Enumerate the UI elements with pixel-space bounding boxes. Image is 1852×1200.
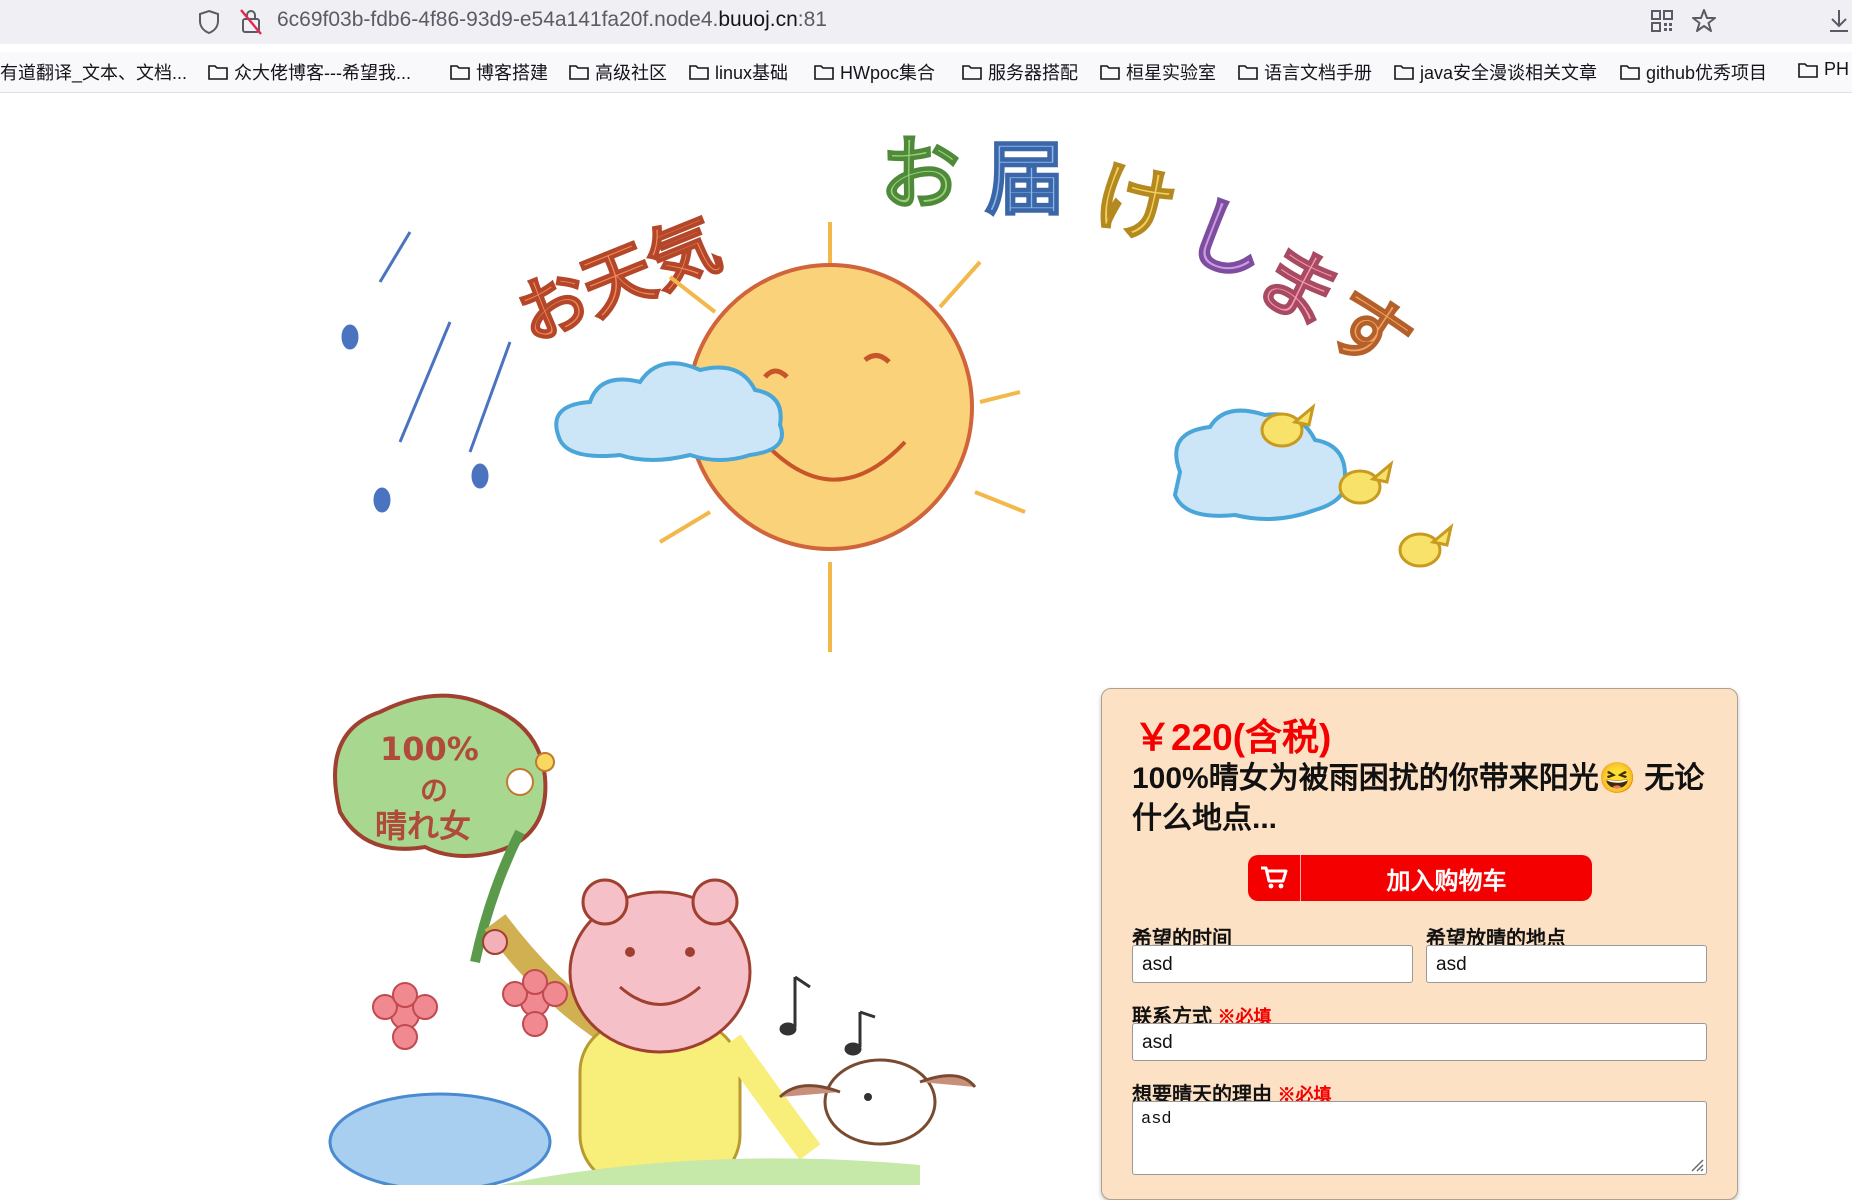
leaf-text-no: の: [420, 774, 448, 807]
bookmark-folder[interactable]: 博客搭建: [450, 59, 548, 85]
cart-icon: [1261, 866, 1288, 889]
bookmark-label: 众大佬博客---希望我...: [234, 63, 411, 83]
bookmark-label: 博客搭建: [476, 63, 548, 83]
folder-icon: [814, 65, 834, 80]
headline-lettering: お天気 お 届 け し ま す: [505, 127, 1429, 393]
bookmark-label: HWpoc集合: [840, 63, 936, 83]
contact-input[interactable]: asd: [1132, 1023, 1707, 1061]
bookmark-folder[interactable]: java安全漫谈相关文章: [1394, 59, 1597, 85]
flowers: [372, 969, 568, 1050]
qr-code-icon[interactable]: [1650, 9, 1674, 33]
bookmark-folder[interactable]: HWpoc集合: [814, 59, 935, 85]
product-title: 100%晴女为被雨困扰的你带来阳光😆 无论什么地点...: [1132, 762, 1705, 835]
bookmark-folder[interactable]: 语言文档手册: [1238, 59, 1372, 85]
music-notes: [779, 975, 876, 1056]
bookmark-folder[interactable]: 众大佬博客---希望我...: [208, 59, 411, 85]
puddle: [328, 1092, 552, 1185]
cart-icon-box: [1248, 855, 1301, 901]
bookmark-label: 语言文档手册: [1264, 63, 1372, 83]
bookmark-label: 服务器搭配: [988, 63, 1078, 83]
bookmark-folder[interactable]: linux基础: [689, 59, 788, 85]
rain-drops: [341, 231, 512, 513]
reason-textarea[interactable]: asd: [1132, 1101, 1707, 1175]
leaf-sign: 100% の 晴れ女: [333, 693, 555, 964]
folder-icon: [962, 65, 982, 80]
folder-icon: [1798, 62, 1818, 78]
bookmark-label: 有道翻译_文本、文档...: [0, 63, 188, 83]
bookmark-item[interactable]: 有道翻译_文本、文档...: [0, 59, 187, 85]
insecure-lock-icon[interactable]: [239, 8, 263, 36]
headline-part-2: お: [880, 128, 960, 221]
bookmark-label: java安全漫谈相关文章: [1420, 63, 1598, 83]
bookmark-folder[interactable]: PH: [1798, 59, 1849, 80]
bookmark-folder[interactable]: 服务器搭配: [962, 59, 1078, 85]
leaf-text-percent: 100%: [380, 730, 479, 768]
download-icon[interactable]: [1827, 8, 1851, 34]
bookmarks-bar: 有道翻译_文本、文档... 众大佬博客---希望我... 博客搭建 高级社区 l…: [0, 52, 1852, 93]
bookmark-label: 桓星实验室: [1126, 63, 1216, 83]
add-to-cart-button[interactable]: 加入购物车: [1248, 855, 1592, 901]
bookmark-label: github优秀项目: [1646, 63, 1768, 83]
bookmark-star-icon[interactable]: [1691, 8, 1717, 34]
bookmark-folder[interactable]: github优秀项目: [1620, 59, 1767, 85]
folder-icon: [1620, 65, 1640, 80]
headline-part-4: け: [1086, 150, 1184, 258]
url-bar[interactable]: 6c69f03b-fdb6-4f86-93d9-e54a141fa20f.nod…: [93, 0, 1716, 44]
place-input[interactable]: asd: [1426, 945, 1707, 983]
folder-icon: [689, 65, 709, 80]
leaf-text-harenna: 晴れ女: [375, 807, 471, 845]
folder-icon: [208, 65, 228, 80]
product-card: ￥220(含税) 100%晴女为被雨困扰的你带来阳光😆 无论什么地点... 加入…: [1101, 688, 1738, 1200]
bookmark-folder[interactable]: 桓星实验室: [1100, 59, 1216, 85]
reason-value: asd: [1141, 1110, 1172, 1129]
folder-icon: [1238, 65, 1258, 80]
headline-part-3: 届: [985, 133, 1065, 226]
headline-part-1: お天気: [506, 203, 731, 358]
bookmark-label: PH: [1824, 59, 1850, 79]
page-content: お天気 お 届 け し ま す 100% の 晴れ女 ￥220(含税) 100%…: [0, 92, 1852, 1200]
folder-icon: [450, 65, 470, 80]
url-domain: buuoj.cn: [718, 8, 798, 31]
bookmark-folder[interactable]: 高级社区: [569, 59, 667, 85]
folder-icon: [569, 65, 589, 80]
add-to-cart-label: 加入购物车: [1386, 867, 1507, 895]
url-text[interactable]: 6c69f03b-fdb6-4f86-93d9-e54a141fa20f.nod…: [277, 8, 827, 32]
shield-icon[interactable]: [197, 9, 221, 35]
browser-toolbar: 6c69f03b-fdb6-4f86-93d9-e54a141fa20f.nod…: [0, 0, 1852, 44]
product-price: ￥220(含税): [1134, 717, 1332, 758]
url-prefix: 6c69f03b-fdb6-4f86-93d9-e54a141fa20f.nod…: [277, 8, 719, 31]
url-port: :81: [797, 8, 827, 31]
bookmark-label: linux基础: [715, 63, 789, 83]
grass: [500, 1158, 920, 1185]
bookmark-label: 高级社区: [595, 63, 667, 83]
folder-icon: [1394, 65, 1414, 80]
cloud-right: [1172, 408, 1348, 521]
folder-icon: [1100, 65, 1120, 80]
time-input[interactable]: asd: [1132, 945, 1413, 983]
resize-handle-icon[interactable]: [1688, 1156, 1704, 1172]
cloud-left: [554, 361, 784, 462]
